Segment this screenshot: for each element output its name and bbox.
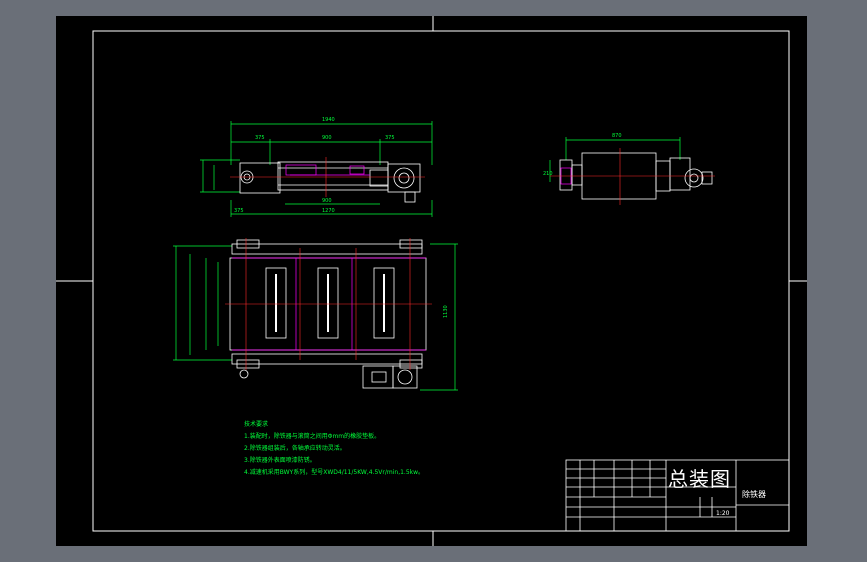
- tech-req-item: 2.除铁器组装后，各轴承应转动灵活。: [244, 445, 346, 452]
- technical-requirements: 技术要求 1.装配时，除铁器与滚筒之间用Φmm的橡胶垫板。 2.除铁器组装后，各…: [244, 419, 424, 479]
- drawing-scale: 1:20: [716, 510, 730, 517]
- tech-req-item: 1.装配时，除铁器与滚筒之间用Φmm的橡胶垫板。: [244, 433, 381, 440]
- cad-drawing: 1940 375 900 375 900 1270 375 870 210 11…: [56, 16, 807, 546]
- part-name: 除铁器: [742, 490, 766, 499]
- dim-side-overall: 870: [612, 133, 622, 139]
- dim-front-height: 1130: [443, 305, 449, 318]
- dim-bottom-inner: 900: [322, 198, 332, 204]
- tech-req-item: 3.除铁器外表面喷漆防锈。: [244, 457, 316, 464]
- inner-frame: [92, 30, 790, 532]
- front-view: 1130: [173, 238, 458, 391]
- drawing-title: 总装图: [668, 467, 731, 491]
- top-view: 1940 375 900 375 900 1270 375: [200, 117, 433, 217]
- dim-bottom-overall: 1270: [322, 208, 335, 214]
- dim-top-mid: 900: [322, 135, 332, 141]
- tech-req-item: 4.减速机采用BWY系列，型号XWD4/11/5KW,4.5Vr/min,1.5…: [244, 469, 425, 476]
- dim-bottom-left: 375: [234, 208, 244, 214]
- dim-top-right: 375: [385, 135, 395, 141]
- dim-top-left: 375: [255, 135, 265, 141]
- side-view: 870 210: [543, 133, 715, 205]
- dim-top-overall: 1940: [322, 117, 335, 123]
- tech-req-heading: 技术要求: [244, 421, 269, 428]
